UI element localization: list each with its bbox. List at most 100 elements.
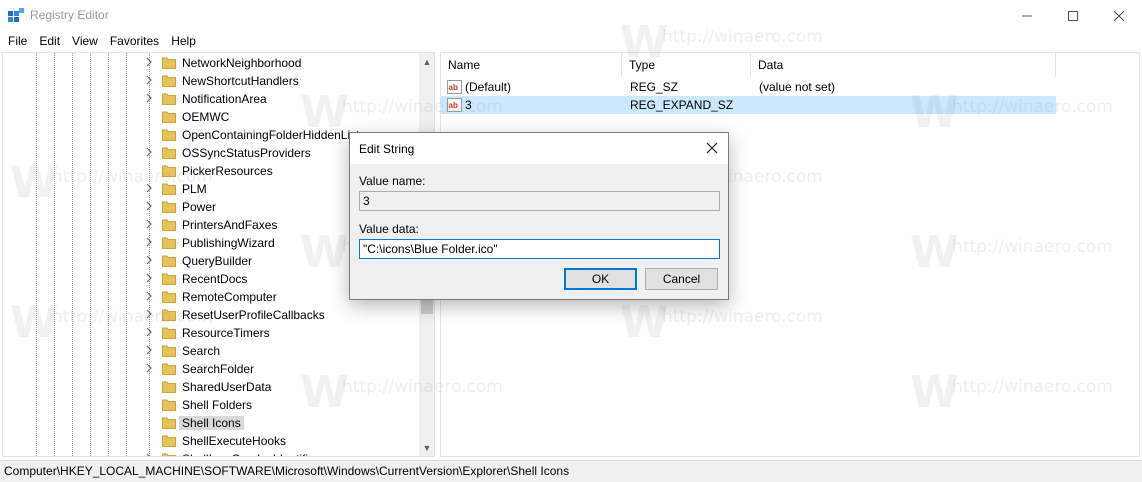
value-name-text: 3 bbox=[363, 194, 370, 208]
edit-string-dialog: Edit String Value name: 3 Value data: "C… bbox=[349, 132, 729, 300]
folder-icon bbox=[162, 399, 176, 411]
tree-item[interactable]: NetworkNeighborhood bbox=[3, 54, 423, 72]
tree-item[interactable]: ShellExecuteHooks bbox=[3, 432, 423, 450]
close-icon bbox=[706, 142, 718, 154]
tree-item-label: Shell Icons bbox=[179, 416, 244, 430]
menu-file[interactable]: File bbox=[2, 31, 33, 51]
value-row[interactable]: ab (Default) REG_SZ (value not set) bbox=[441, 78, 1056, 96]
minimize-icon bbox=[1022, 15, 1032, 16]
cell-type: REG_SZ bbox=[630, 80, 679, 94]
chevron-right-icon[interactable] bbox=[143, 255, 155, 267]
chevron-down-icon: ▼ bbox=[422, 442, 432, 453]
column-header-data[interactable]: Data bbox=[751, 53, 1056, 77]
value-data-input[interactable]: "C:\icons\Blue Folder.ico" bbox=[359, 239, 720, 259]
close-icon bbox=[1114, 10, 1124, 21]
tree-item-label: ResourceTimers bbox=[182, 326, 270, 340]
tree-item[interactable]: Shell Folders bbox=[3, 396, 423, 414]
string-value-icon: ab bbox=[447, 80, 462, 94]
chevron-right-icon[interactable] bbox=[143, 75, 155, 87]
tree-item[interactable]: NewShortcutHandlers bbox=[3, 72, 423, 90]
folder-icon bbox=[162, 111, 176, 123]
menu-view[interactable]: View bbox=[66, 31, 104, 51]
value-row[interactable]: ab 3 REG_EXPAND_SZ bbox=[441, 96, 1056, 114]
tree-item[interactable]: NotificationArea bbox=[3, 90, 423, 108]
status-bar: Computer\HKEY_LOCAL_MACHINE\SOFTWARE\Mic… bbox=[0, 460, 1142, 482]
tree-item-label: ShellIconOverlayIdentifiers bbox=[182, 452, 325, 456]
value-name-label: Value name: bbox=[359, 174, 426, 188]
window-title: Registry Editor bbox=[30, 8, 109, 22]
menu-edit[interactable]: Edit bbox=[33, 31, 66, 51]
folder-icon bbox=[162, 453, 176, 456]
chevron-right-icon[interactable] bbox=[143, 453, 155, 456]
tree-item-label: Shell Folders bbox=[182, 398, 253, 412]
folder-icon bbox=[162, 273, 176, 285]
value-data-label: Value data: bbox=[359, 222, 419, 236]
tree-item-label: Power bbox=[182, 200, 217, 214]
tree-item[interactable]: SharedUserData bbox=[3, 378, 423, 396]
tree-item-label: PrintersAndFaxes bbox=[182, 218, 278, 232]
tree-item-label: PickerResources bbox=[182, 164, 273, 178]
chevron-right-icon[interactable] bbox=[143, 237, 155, 249]
tree-item[interactable]: ShellIconOverlayIdentifiers bbox=[3, 450, 423, 456]
string-value-icon: ab bbox=[447, 98, 462, 112]
tree-item-label: QueryBuilder bbox=[182, 254, 253, 268]
chevron-right-icon[interactable] bbox=[143, 327, 155, 339]
column-header-type[interactable]: Type bbox=[622, 53, 751, 77]
chevron-right-icon[interactable] bbox=[143, 345, 155, 357]
chevron-right-icon[interactable] bbox=[143, 147, 155, 159]
dialog-title-bar: Edit String bbox=[350, 133, 728, 164]
maximize-icon bbox=[1068, 10, 1078, 21]
menu-favorites[interactable]: Favorites bbox=[104, 31, 165, 51]
chevron-right-icon[interactable] bbox=[143, 363, 155, 375]
minimize-button[interactable] bbox=[1004, 0, 1050, 31]
tree-item[interactable]: ResetUserProfileCallbacks bbox=[3, 306, 423, 324]
folder-icon bbox=[162, 345, 176, 357]
tree-item[interactable]: OEMWC bbox=[3, 108, 423, 126]
scroll-thumb[interactable] bbox=[421, 300, 433, 314]
value-name-field: 3 bbox=[359, 191, 720, 211]
dialog-close-button[interactable] bbox=[703, 139, 721, 157]
registry-path: Computer\HKEY_LOCAL_MACHINE\SOFTWARE\Mic… bbox=[4, 464, 570, 478]
chevron-right-icon[interactable] bbox=[143, 183, 155, 195]
chevron-right-icon[interactable] bbox=[143, 201, 155, 213]
tree-item-label: SharedUserData bbox=[182, 380, 272, 394]
registry-editor-icon bbox=[8, 8, 24, 22]
tree-item[interactable]: ResourceTimers bbox=[3, 324, 423, 342]
scroll-up-button[interactable]: ▲ bbox=[419, 53, 434, 70]
chevron-right-icon[interactable] bbox=[143, 219, 155, 231]
scroll-down-button[interactable]: ▼ bbox=[419, 439, 434, 456]
tree-item-label: SearchFolder bbox=[182, 362, 255, 376]
tree-item-label: NotificationArea bbox=[182, 92, 267, 106]
folder-icon bbox=[162, 309, 176, 321]
maximize-button[interactable] bbox=[1050, 0, 1096, 31]
ok-button[interactable]: OK bbox=[564, 268, 637, 290]
cell-name: (Default) bbox=[465, 80, 512, 94]
folder-icon bbox=[162, 147, 176, 159]
tree-item[interactable]: SearchFolder bbox=[3, 360, 423, 378]
chevron-right-icon[interactable] bbox=[143, 309, 155, 321]
tree-item-label: RemoteComputer bbox=[182, 290, 277, 304]
tree-item[interactable]: Search bbox=[3, 342, 423, 360]
close-button[interactable] bbox=[1096, 0, 1142, 31]
chevron-up-icon: ▲ bbox=[422, 56, 432, 67]
tree-item-label: PublishingWizard bbox=[182, 236, 275, 250]
chevron-right-icon[interactable] bbox=[143, 291, 155, 303]
tree-item-label: Search bbox=[182, 344, 221, 358]
tree-item-label: NewShortcutHandlers bbox=[182, 74, 299, 88]
chevron-right-icon[interactable] bbox=[143, 273, 155, 285]
chevron-right-icon[interactable] bbox=[143, 93, 155, 105]
tree-item-label: OEMWC bbox=[182, 110, 230, 124]
folder-icon bbox=[162, 57, 176, 69]
folder-icon bbox=[162, 381, 176, 393]
folder-icon bbox=[162, 165, 176, 177]
folder-icon bbox=[162, 75, 176, 87]
folder-icon bbox=[162, 435, 176, 447]
column-header-name[interactable]: Name bbox=[441, 53, 622, 77]
value-data-text: "C:\icons\Blue Folder.ico" bbox=[363, 242, 498, 256]
chevron-right-icon[interactable] bbox=[143, 57, 155, 69]
menu-help[interactable]: Help bbox=[165, 31, 202, 51]
tree-item[interactable]: Shell Icons bbox=[3, 414, 423, 432]
folder-icon bbox=[162, 363, 176, 375]
cancel-button[interactable]: Cancel bbox=[645, 268, 718, 290]
folder-icon bbox=[162, 327, 176, 339]
